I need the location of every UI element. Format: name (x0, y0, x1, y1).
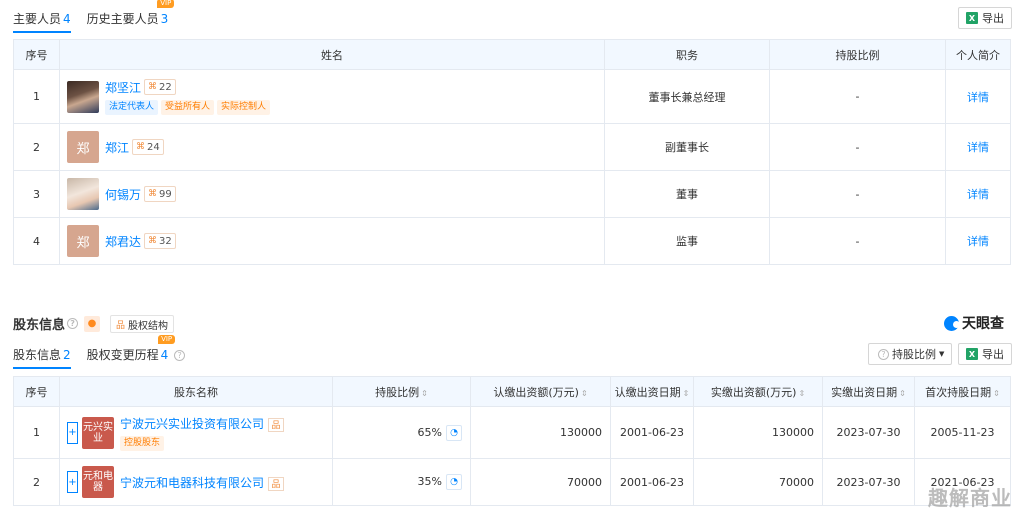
col-header-ratio: 持股比例 (769, 39, 946, 70)
col-header-first-date[interactable]: 首次持股日期 ⇕ (914, 376, 1011, 407)
personnel-tabs: 主要人员 4 历史主要人员 3 VIP (13, 0, 184, 33)
table-row: 2 + 元和电器 宁波元和电器科技有限公司品 35% ◔ 70000 2001-0… (13, 458, 1011, 506)
vip-badge: VIP (158, 335, 176, 344)
shareholder-table: 序号 股东名称 持股比例 ⇕ 认缴出资额(万元) ⇕ 认缴出资日期 ⇕ 实缴出资额(万… (13, 376, 1011, 506)
detail-link[interactable]: 详情 (967, 91, 989, 104)
col-header-subscribed[interactable]: 认缴出资额(万元) ⇕ (470, 376, 611, 407)
col-header-subscribed-date[interactable]: 认缴出资日期 ⇕ (610, 376, 694, 407)
table-row: 3 何锡万 ⌘ 99 董事 - 详情 (13, 170, 1011, 218)
help-icon: ? (878, 348, 889, 360)
pie-chart-icon[interactable]: ◔ (446, 474, 462, 490)
tag-actual-controller[interactable]: 实际控制人 (217, 99, 271, 115)
export-button[interactable]: X 导出 (958, 7, 1012, 29)
monitor-icon[interactable]: ● (84, 315, 101, 332)
vip-badge: VIP (157, 0, 175, 8)
sort-icon: ⇕ (421, 388, 428, 398)
logo-mark-icon (944, 315, 960, 331)
company-logo: 元兴实业 (82, 416, 114, 449)
detail-link[interactable]: 详情 (967, 188, 989, 201)
excel-icon: X (966, 12, 978, 24)
export-button[interactable]: X 导出 (958, 343, 1012, 365)
relation-count-badge[interactable]: ⌘ 22 (144, 79, 176, 95)
table-row: 1 郑坚江 ⌘ 22 法定代表人 受益所有人 实际控制人 董事长兼总经理 - 详… (13, 69, 1011, 124)
org-chart-icon[interactable]: 品 (268, 476, 285, 491)
help-icon[interactable]: ? (174, 350, 186, 361)
equity-structure-button[interactable]: 品 股权结构 (110, 315, 175, 333)
col-header-shareholder: 股东名称 (59, 376, 333, 407)
tag-beneficial-owner[interactable]: 受益所有人 (161, 99, 215, 115)
tab-main-personnel[interactable]: 主要人员 4 (13, 10, 71, 33)
shareholder-tabs: 股东信息 2 股权变更历程 4 ? VIP (13, 335, 201, 369)
personnel-table: 序号 姓名 职务 持股比例 个人简介 1 郑坚江 ⌘ 22 法定代表人受益所有人… (13, 39, 1011, 265)
person-name-link[interactable]: 郑江 (105, 139, 129, 156)
col-header-name: 姓名 (59, 39, 605, 70)
relation-count-badge[interactable]: ⌘ 24 (132, 139, 164, 155)
tab-shareholders[interactable]: 股东信息 2 (13, 346, 71, 369)
tab-equity-history[interactable]: 股权变更历程 4 ? VIP (87, 335, 186, 363)
relation-count-badge[interactable]: ⌘ 32 (144, 233, 176, 249)
relation-count-badge[interactable]: ⌘ 99 (144, 186, 176, 202)
tab-history-personnel[interactable]: 历史主要人员 3 VIP (87, 0, 175, 27)
caret-down-icon: ▼ (939, 350, 945, 358)
col-header-title: 职务 (604, 39, 770, 70)
sort-icon: ⇕ (580, 388, 588, 398)
table-row: 1 + 元兴实业 宁波元兴实业投资有限公司品 控股股东 65% ◔ 130000 … (13, 406, 1011, 459)
detail-link[interactable]: 详情 (967, 235, 989, 248)
col-header-paid[interactable]: 实缴出资额(万元) ⇕ (693, 376, 823, 407)
excel-icon: X (966, 348, 978, 360)
avatar: 郑 (67, 225, 99, 257)
relation-icon: ⌘ (148, 236, 158, 246)
pie-chart-icon[interactable]: ◔ (446, 424, 462, 441)
table-row: 2 郑 郑江 ⌘ 24 副董事长 - 详情 (13, 123, 1011, 171)
shareholder-section-title: 股东信息 ? ● (13, 314, 101, 333)
company-name-link[interactable]: 宁波元兴实业投资有限公司 (120, 417, 264, 431)
watermark: 趣解商业 (928, 486, 1012, 510)
org-chart-icon[interactable]: 品 (268, 417, 285, 432)
col-header-index: 序号 (13, 39, 60, 70)
col-header-ratio[interactable]: 持股比例 ⇕ (332, 376, 471, 407)
avatar (67, 178, 99, 210)
expand-icon[interactable]: + (67, 471, 78, 493)
help-icon[interactable]: ? (67, 318, 79, 329)
person-name-link[interactable]: 郑坚江 (105, 79, 141, 96)
sort-icon: ⇕ (682, 388, 690, 398)
relation-icon: ⌘ (136, 142, 146, 152)
person-name-link[interactable]: 郑君达 (105, 233, 141, 250)
col-header-profile: 个人简介 (945, 39, 1011, 70)
relation-icon: ⌘ (148, 189, 158, 199)
tag-controlling-shareholder: 控股股东 (120, 435, 165, 451)
person-name-link[interactable]: 何锡万 (105, 186, 141, 203)
sort-icon: ⇕ (899, 388, 906, 398)
tag-legal-rep: 法定代表人 (105, 99, 159, 115)
sort-icon: ⇕ (798, 388, 806, 398)
col-header-index: 序号 (13, 376, 60, 407)
table-row: 4 郑 郑君达 ⌘ 32 监事 - 详情 (13, 217, 1011, 265)
relation-icon: ⌘ (148, 82, 158, 92)
avatar (67, 80, 99, 113)
expand-icon[interactable]: + (67, 421, 78, 444)
sort-icon: ⇕ (993, 388, 1000, 398)
org-chart-icon: 品 (116, 320, 126, 331)
ratio-filter-button[interactable]: ? 持股比例 ▼ (868, 343, 953, 365)
col-header-paid-date[interactable]: 实缴出资日期 ⇕ (822, 376, 915, 407)
detail-link[interactable]: 详情 (967, 141, 989, 154)
company-logo: 元和电器 (82, 466, 114, 498)
company-name-link[interactable]: 宁波元和电器科技有限公司 (120, 476, 264, 490)
avatar: 郑 (67, 131, 99, 163)
brand-logo: 天眼查 (944, 313, 1004, 333)
